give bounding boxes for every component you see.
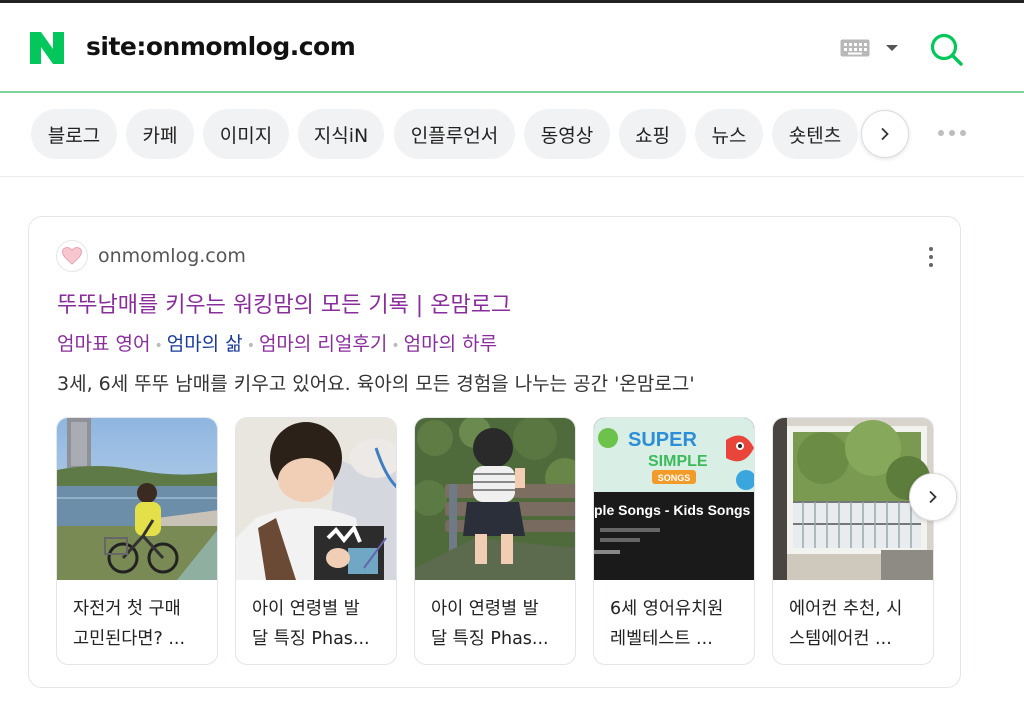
chevron-right-icon bbox=[929, 490, 937, 504]
thumbnail-card[interactable]: 자전거 첫 구매 고민된다면? ... bbox=[56, 417, 218, 665]
separator-dot: • bbox=[154, 338, 163, 354]
result-description: 3세, 6세 뚜뚜 남매를 키우고 있어요. 육아의 모든 경험을 나누는 공간… bbox=[57, 373, 695, 395]
site-domain[interactable]: onmomlog.com bbox=[98, 244, 246, 268]
thumbnail-caption[interactable]: 아이 연령별 발 달 특징 Phas... bbox=[431, 594, 567, 654]
brand-songs-text: SONGS bbox=[658, 473, 691, 483]
sublink-day[interactable]: 엄마의 하루 bbox=[404, 333, 497, 355]
brand-super-text: SUPER bbox=[628, 429, 697, 451]
search-header: site:onmomlog.com bbox=[0, 3, 1024, 92]
site-favicon[interactable] bbox=[56, 240, 88, 272]
tab-images[interactable]: 이미지 bbox=[203, 109, 289, 159]
more-options-icon[interactable] bbox=[936, 125, 968, 141]
tab-cafe[interactable]: 카페 bbox=[126, 109, 194, 159]
thumbnail-card[interactable]: SUPER SIMPLE SONGS ple Songs - Kids Song… bbox=[593, 417, 755, 665]
tabs-next-button[interactable] bbox=[861, 110, 909, 158]
sublink-review[interactable]: 엄마의 리얼후기 bbox=[259, 333, 387, 355]
chevron-right-icon bbox=[881, 127, 889, 141]
thumbnail-image-bike bbox=[57, 418, 217, 580]
separator-dot: • bbox=[391, 338, 400, 354]
tab-blog[interactable]: 블로그 bbox=[31, 109, 117, 159]
thumbnail-card[interactable]: 아이 연령별 발 달 특징 Phas... bbox=[235, 417, 397, 665]
kebab-menu-icon[interactable] bbox=[925, 245, 937, 269]
video-title-text: ple Songs - Kids Songs bbox=[594, 502, 751, 518]
tab-shopping[interactable]: 쇼핑 bbox=[619, 109, 686, 159]
thumbnail-image-songs: SUPER SIMPLE SONGS ple Songs - Kids Song… bbox=[594, 418, 754, 580]
brand-simple-text: SIMPLE bbox=[648, 453, 708, 470]
caret-down-icon[interactable] bbox=[885, 43, 899, 53]
thumbnail-caption[interactable]: 자전거 첫 구매 고민된다면? ... bbox=[73, 594, 209, 654]
tab-kin[interactable]: 지식iN bbox=[298, 109, 384, 159]
keyboard-icon[interactable] bbox=[840, 39, 870, 57]
thumbnail-card[interactable]: 에어컨 추천, 시 스템에어컨 ... bbox=[772, 417, 934, 665]
tab-news[interactable]: 뉴스 bbox=[695, 109, 763, 159]
sublink-life[interactable]: 엄마의 삶 bbox=[167, 333, 243, 355]
separator-dot: • bbox=[246, 338, 255, 354]
heart-icon bbox=[62, 247, 82, 265]
naver-logo-icon[interactable] bbox=[30, 32, 64, 64]
tab-shortents[interactable]: 숏텐츠 bbox=[772, 109, 858, 159]
category-tabs: 블로그 카페 이미지 지식iN 인플루언서 동영상 쇼핑 뉴스 숏텐츠 bbox=[0, 93, 1024, 177]
sublinks: 엄마표 영어 • 엄마의 삶 • 엄마의 리얼후기 • 엄마의 하루 bbox=[57, 331, 497, 359]
search-result-card: onmomlog.com 뚜뚜남매를 키우는 워킹맘의 모든 기록 | 온맘로그… bbox=[28, 216, 961, 688]
thumbnail-caption[interactable]: 6세 영어유치원 레벨테스트 ... bbox=[610, 594, 746, 654]
thumbnails-next-button[interactable] bbox=[909, 473, 957, 521]
thumbnail-image-bench bbox=[415, 418, 575, 580]
thumbnail-caption[interactable]: 에어컨 추천, 시 스템에어컨 ... bbox=[789, 594, 925, 654]
search-icon[interactable] bbox=[928, 31, 966, 69]
thumbnail-image-painting bbox=[236, 418, 396, 580]
tab-influencer[interactable]: 인플루언서 bbox=[394, 109, 515, 159]
result-title-link[interactable]: 뚜뚜남매를 키우는 워킹맘의 모든 기록 | 온맘로그 bbox=[57, 291, 511, 321]
thumbnail-caption[interactable]: 아이 연령별 발 달 특징 Phas... bbox=[252, 594, 388, 654]
thumbnail-card[interactable]: 아이 연령별 발 달 특징 Phas... bbox=[414, 417, 576, 665]
tab-video[interactable]: 동영상 bbox=[524, 109, 610, 159]
search-query-text[interactable]: site:onmomlog.com bbox=[86, 29, 356, 65]
sublink-english[interactable]: 엄마표 영어 bbox=[57, 333, 150, 355]
